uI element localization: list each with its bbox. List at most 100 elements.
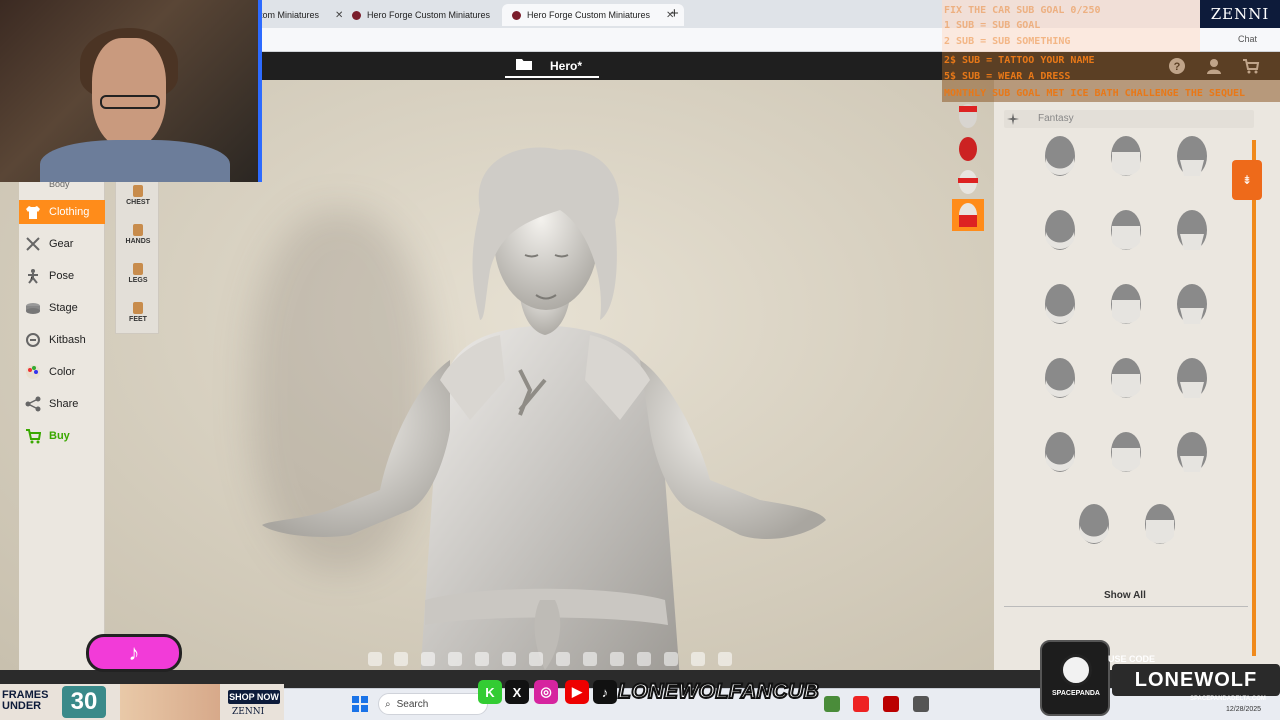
clothing-subnav: CHEST HANDS LEGS FEET [115, 180, 159, 334]
share-icon[interactable] [664, 652, 678, 666]
use-code-label: USE CODE [1108, 654, 1156, 664]
mask-thumbnail[interactable] [1170, 280, 1214, 332]
webcam-person-glasses [100, 95, 160, 109]
pose-icon [28, 269, 38, 284]
webcam-person-face [92, 38, 166, 148]
subnav-label: FEET [129, 316, 147, 323]
mask-thumbnail[interactable] [1038, 280, 1082, 332]
nav-item-gear[interactable]: Gear [25, 232, 73, 256]
pin-icon[interactable]: ⇟ [1232, 160, 1262, 200]
favicon-icon [352, 10, 361, 20]
youtube-app-icon[interactable] [853, 696, 869, 712]
goal-line: 2$ SUB = TATTOO YOUR NAME [944, 55, 1095, 66]
sparkle-icon[interactable] [1007, 113, 1019, 125]
twitch-icon[interactable] [529, 652, 543, 666]
subnav-legs[interactable]: LEGS [116, 263, 160, 284]
ad-model-photo [120, 684, 220, 720]
mask-thumbnail[interactable] [1170, 428, 1214, 480]
head-variant-thumb-selected[interactable] [952, 199, 984, 231]
nav-item-pose[interactable]: Pose [25, 264, 74, 288]
mask-thumbnail[interactable] [1138, 500, 1182, 552]
subnav-hands[interactable]: HANDS [116, 224, 160, 245]
nav-item-kitbash[interactable]: Kitbash [25, 328, 86, 352]
youtube-icon: ▶ [565, 680, 589, 704]
reddit-icon[interactable] [502, 652, 516, 666]
social-handle-banner: K X ◎ ▶ ♪ LONEWOLFANCUB [478, 678, 820, 708]
windows-start-icon[interactable] [352, 696, 368, 712]
ad-price: 30 [62, 686, 106, 718]
nav-label: Kitbash [49, 334, 86, 346]
social-links-row [368, 652, 734, 670]
browser-tab-active[interactable]: Hero Forge Custom Miniatures ✕ [502, 4, 685, 26]
gift-icon[interactable] [691, 652, 705, 666]
head-variant-strip [952, 100, 984, 232]
divider [1004, 606, 1248, 607]
mask-thumbnail[interactable] [1104, 206, 1148, 258]
mask-thumbnail[interactable] [1072, 500, 1116, 552]
mask-thumbnail[interactable] [1104, 280, 1148, 332]
calendar-icon[interactable] [556, 652, 570, 666]
cart-icon [26, 429, 41, 444]
ad-headline-line: UNDER [2, 700, 42, 712]
mask-thumbnail[interactable] [1038, 206, 1082, 258]
discord-icon[interactable] [475, 652, 489, 666]
nav-item-share[interactable]: Share [25, 392, 78, 416]
tiktok-icon: ♪ [86, 634, 182, 672]
email-icon[interactable] [583, 652, 597, 666]
mask-thumbnail[interactable] [1170, 132, 1214, 184]
head-variant-thumb[interactable] [952, 166, 984, 198]
kickstarter-icon[interactable] [718, 652, 732, 666]
mask-thumbnail[interactable] [1170, 354, 1214, 406]
mask-thumbnail[interactable] [1104, 132, 1148, 184]
hero-name-title[interactable]: Hero* [550, 59, 582, 73]
kitbash-icon [26, 333, 40, 347]
x-icon: X [505, 680, 529, 704]
mask-thumbnail[interactable] [1038, 354, 1082, 406]
settings-icon[interactable] [637, 652, 651, 666]
zenni-logo: ZENNI [1200, 0, 1280, 28]
favicon-icon [512, 10, 521, 20]
legs-icon [133, 263, 143, 275]
mask-thumbnail[interactable] [1170, 206, 1214, 258]
panel-scrollbar[interactable] [1252, 140, 1256, 656]
browser-tab[interactable]: Hero Forge Custom Miniatures ✕ [342, 4, 524, 26]
facebook-icon[interactable] [368, 652, 382, 666]
bug-icon[interactable] [610, 652, 624, 666]
hand-icon [133, 224, 143, 236]
search-icon: ⌕ [385, 698, 391, 710]
browser-tab[interactable]: tom Miniatures ✕ [250, 4, 353, 26]
webcam-overlay [0, 0, 262, 182]
nav-label: Color [49, 366, 76, 378]
mask-thumbnail[interactable] [1038, 132, 1082, 184]
subnav-feet[interactable]: FEET [116, 302, 160, 323]
shirt-icon [26, 206, 40, 219]
youtube-icon[interactable] [448, 652, 462, 666]
mask-thumbnail[interactable] [1104, 428, 1148, 480]
webcam-person-hoodie [40, 140, 230, 182]
taskbar-app-icon[interactable] [824, 696, 840, 712]
taskbar-search[interactable]: ⌕ Search [378, 693, 488, 715]
folder-icon[interactable] [516, 58, 532, 70]
new-tab-button[interactable]: + [670, 5, 679, 22]
mask-thumbnail[interactable] [1038, 428, 1082, 480]
goal-line: FIX THE CAR SUB GOAL 0/250 [944, 5, 1101, 16]
share-icon [25, 396, 41, 412]
subnav-label: LEGS [128, 277, 148, 284]
nav-item-color[interactable]: Color [25, 360, 75, 384]
filter-label[interactable]: Fantasy [1038, 113, 1074, 124]
panda-icon [1060, 654, 1092, 686]
nav-item-stage[interactable]: Stage [25, 296, 78, 320]
nav-item-clothing[interactable]: Clothing [19, 200, 105, 224]
head-variant-thumb[interactable] [952, 100, 984, 132]
head-variant-thumb[interactable] [952, 133, 984, 165]
nav-label: Share [49, 398, 79, 410]
instagram-icon[interactable] [421, 652, 435, 666]
show-all-button[interactable]: Show All [1104, 590, 1146, 601]
subnav-chest[interactable]: CHEST [116, 185, 160, 206]
taskbar-app-icon[interactable] [913, 696, 929, 712]
bluesky-icon[interactable] [394, 652, 408, 666]
netflix-app-icon[interactable] [883, 696, 899, 712]
chat-button[interactable]: Chat [1238, 34, 1257, 44]
nav-item-buy[interactable]: Buy [25, 424, 70, 448]
mask-thumbnail[interactable] [1104, 354, 1148, 406]
